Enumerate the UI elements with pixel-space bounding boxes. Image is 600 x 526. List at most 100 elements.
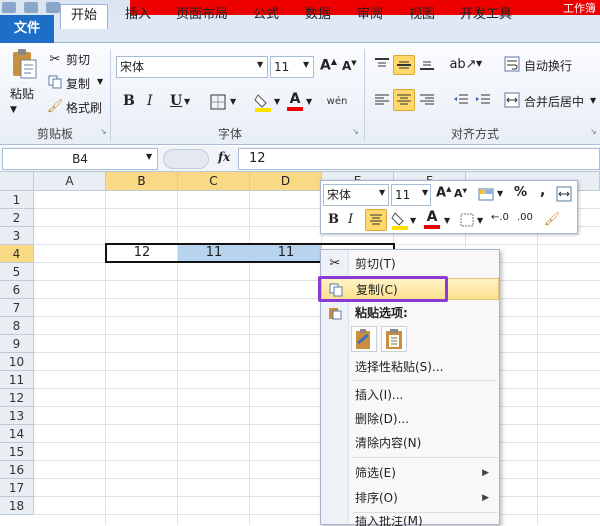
tab-data[interactable]: 数据	[298, 4, 338, 28]
align-center-icon[interactable]	[393, 89, 415, 111]
formula-input[interactable]: 12	[238, 148, 600, 170]
redo-icon[interactable]	[45, 2, 60, 13]
underline-button[interactable]: U	[170, 93, 182, 109]
wrap-text-button[interactable]: 自动换行	[524, 57, 572, 74]
align-bottom-icon[interactable]	[418, 55, 436, 73]
font-size-dropdown-icon[interactable]: ▼	[303, 60, 309, 69]
menu-item-filter[interactable]: 筛选(E) ▶	[321, 462, 499, 484]
menu-item-cut[interactable]: ✂ 剪切(T)	[321, 253, 499, 275]
border-dropdown-icon[interactable]: ▼	[230, 97, 236, 106]
row-header[interactable]: 13	[0, 407, 34, 425]
tab-insert[interactable]: 插入	[118, 4, 158, 28]
mini-border-icon[interactable]	[459, 212, 475, 228]
formula-bar-splitter[interactable]	[163, 149, 209, 169]
undo-icon[interactable]	[23, 2, 38, 13]
row-header[interactable]: 12	[0, 389, 34, 407]
mini-decrease-decimal-icon[interactable]: .00	[517, 212, 533, 223]
font-color-dropdown-icon[interactable]: ▼	[306, 97, 312, 106]
menu-item-insert[interactable]: 插入(I)...	[321, 384, 499, 406]
align-right-icon[interactable]	[418, 91, 436, 109]
border-icon[interactable]	[210, 94, 226, 110]
mini-percent-button[interactable]: %	[514, 185, 527, 200]
insert-function-icon[interactable]: fx	[218, 150, 230, 164]
align-top-icon[interactable]	[373, 55, 391, 73]
menu-item-clear-contents[interactable]: 清除内容(N)	[321, 432, 499, 454]
mini-grow-font-icon[interactable]: A▲	[436, 185, 451, 200]
tab-review[interactable]: 审阅	[350, 4, 390, 28]
mini-border-dropdown-icon[interactable]: ▼	[477, 216, 483, 225]
alignment-launcher-icon[interactable]: ↘	[590, 127, 597, 136]
orientation-icon[interactable]: ab↗	[449, 55, 476, 73]
mini-align-center-icon[interactable]	[365, 209, 387, 231]
menu-item-delete[interactable]: 删除(D)...	[321, 408, 499, 430]
font-name-dropdown-icon[interactable]: ▼	[257, 60, 263, 69]
row-header[interactable]: 2	[0, 209, 34, 227]
paste-dropdown-icon[interactable]: ▼	[10, 105, 17, 115]
underline-dropdown-icon[interactable]: ▼	[184, 97, 190, 106]
menu-item-paste-special[interactable]: 选择性粘贴(S)...	[321, 356, 499, 378]
paste-icon[interactable]	[8, 47, 40, 81]
cell-c4[interactable]: 11	[178, 244, 250, 262]
cell-d4[interactable]: 11	[250, 244, 322, 262]
row-header[interactable]: 6	[0, 281, 34, 299]
row-header[interactable]: 4	[0, 245, 34, 263]
copy-button[interactable]: 复制	[66, 75, 90, 92]
mini-font-size-dropdown-icon[interactable]: ▼	[422, 188, 428, 197]
row-header[interactable]: 1	[0, 191, 34, 209]
align-middle-icon[interactable]	[393, 55, 415, 75]
mini-increase-decimal-icon[interactable]: ←.0	[491, 212, 509, 223]
row-header[interactable]: 3	[0, 227, 34, 245]
mini-fill-color-icon[interactable]	[391, 210, 409, 230]
phonetic-icon[interactable]: wén	[326, 91, 348, 111]
menu-item-sort[interactable]: 排序(O) ▶	[321, 487, 499, 509]
row-header[interactable]: 14	[0, 425, 34, 443]
mini-bold-button[interactable]: B	[328, 212, 339, 227]
fill-color-icon[interactable]	[254, 92, 272, 112]
format-painter-button[interactable]: 格式刷	[66, 99, 102, 116]
mini-comma-button[interactable]: ,	[540, 183, 545, 199]
mini-format-painter-icon[interactable]: 🖌	[543, 210, 561, 228]
font-name-box[interactable]: 宋体	[116, 56, 268, 78]
decrease-indent-icon[interactable]	[452, 91, 470, 109]
increase-indent-icon[interactable]	[474, 91, 492, 109]
paste-button[interactable]: 粘贴	[10, 85, 34, 102]
mini-italic-button[interactable]: I	[348, 212, 353, 227]
tab-home[interactable]: 开始	[60, 4, 108, 29]
row-header[interactable]: 17	[0, 479, 34, 497]
row-header[interactable]: 11	[0, 371, 34, 389]
cut-button[interactable]: 剪切	[66, 51, 90, 68]
save-icon[interactable]	[2, 2, 16, 13]
mini-cell-style-dropdown-icon[interactable]: ▼	[497, 189, 503, 198]
shrink-font-icon[interactable]: A▼	[342, 59, 357, 73]
copy-dropdown-icon[interactable]: ▼	[97, 77, 103, 86]
row-header[interactable]: 16	[0, 461, 34, 479]
row-header[interactable]: 10	[0, 353, 34, 371]
mini-font-color-icon[interactable]: A	[423, 208, 441, 230]
clipboard-launcher-icon[interactable]: ↘	[100, 127, 107, 136]
orientation-dropdown-icon[interactable]: ▼	[476, 59, 482, 68]
grow-font-icon[interactable]: A▲	[320, 57, 337, 74]
row-header[interactable]: 8	[0, 317, 34, 335]
select-all-corner[interactable]	[0, 172, 34, 191]
paste-option-paste-icon[interactable]	[351, 326, 377, 352]
mini-font-color-dropdown-icon[interactable]: ▼	[444, 216, 450, 225]
row-header[interactable]: 9	[0, 335, 34, 353]
row-header[interactable]: 15	[0, 443, 34, 461]
italic-button[interactable]: I	[147, 93, 153, 109]
tab-page-layout[interactable]: 页面布局	[170, 4, 234, 28]
row-header[interactable]: 18	[0, 497, 34, 515]
fill-color-dropdown-icon[interactable]: ▼	[274, 97, 280, 106]
mini-fill-dropdown-icon[interactable]: ▼	[410, 216, 416, 225]
name-box[interactable]: B4	[2, 148, 158, 170]
tab-file[interactable]: 文件	[0, 15, 54, 43]
row-header[interactable]: 7	[0, 299, 34, 317]
tab-formulas[interactable]: 公式	[246, 4, 286, 28]
name-box-dropdown-icon[interactable]: ▼	[146, 152, 152, 161]
paste-option-values-icon[interactable]	[381, 326, 407, 352]
column-header-c[interactable]: C	[178, 172, 250, 191]
merge-dropdown-icon[interactable]: ▼	[590, 96, 596, 105]
font-color-icon[interactable]: A	[286, 90, 304, 112]
font-launcher-icon[interactable]: ↘	[352, 127, 359, 136]
column-header-d[interactable]: D	[250, 172, 322, 191]
tab-view[interactable]: 视图	[402, 4, 442, 28]
